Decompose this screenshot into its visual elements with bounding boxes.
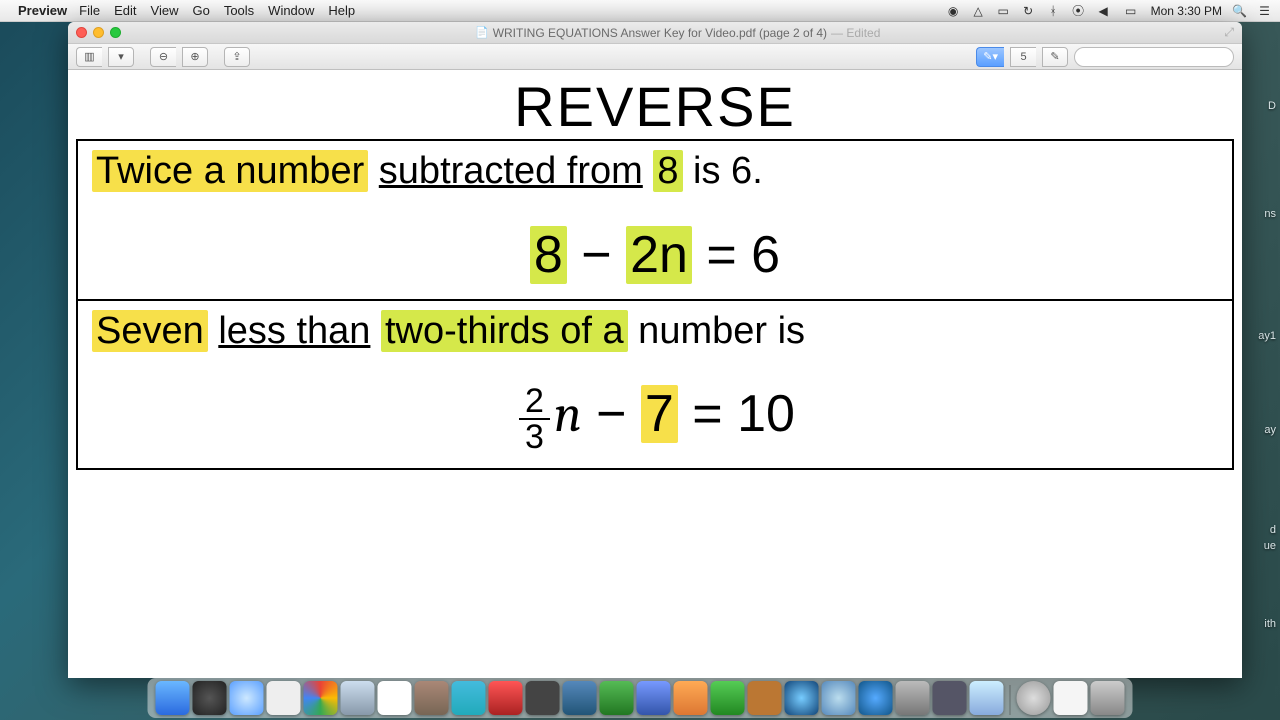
page-title: REVERSE bbox=[68, 74, 1242, 139]
dock-safari-icon[interactable] bbox=[230, 681, 264, 715]
fullscreen-icon[interactable]: ⤢ bbox=[1224, 25, 1234, 40]
dock-calendar-icon[interactable] bbox=[378, 681, 412, 715]
toolbar: ▥ ▾ ⊖ ⊕ ⇪ ✎▾ 5 ✎ bbox=[68, 44, 1242, 70]
minimize-button[interactable] bbox=[93, 27, 104, 38]
dock-app2-icon[interactable] bbox=[933, 681, 967, 715]
page-indicator[interactable]: 5 bbox=[1010, 47, 1036, 67]
window-title: WRITING EQUATIONS Answer Key for Video.p… bbox=[493, 26, 827, 40]
close-button[interactable] bbox=[76, 27, 87, 38]
problem-2-sentence: Seven less than two-thirds of a number i… bbox=[92, 309, 1218, 355]
desktop-label: d bbox=[1270, 524, 1276, 536]
dock-downloads-icon[interactable] bbox=[1017, 681, 1051, 715]
dock-mail-icon[interactable] bbox=[341, 681, 375, 715]
share-button[interactable]: ⇪ bbox=[224, 47, 250, 67]
view-dropdown-button[interactable]: ▾ bbox=[108, 47, 134, 67]
desktop-label: ay bbox=[1264, 424, 1276, 436]
dock-app1-icon[interactable] bbox=[748, 681, 782, 715]
desktop-label: ith bbox=[1264, 618, 1276, 630]
fraction: 2 3 bbox=[519, 384, 550, 454]
dock bbox=[148, 678, 1133, 718]
highlight-tool-button[interactable]: ✎▾ bbox=[976, 47, 1004, 67]
problem-1: Twice a number subtracted from 8 is 6. 8… bbox=[78, 141, 1232, 301]
desktop-label: D bbox=[1268, 100, 1276, 112]
pdf-page: REVERSE Twice a number subtracted from 8… bbox=[68, 70, 1242, 678]
dock-messages-icon[interactable] bbox=[452, 681, 486, 715]
desktop-label: ay1 bbox=[1258, 330, 1276, 342]
view-mode-button[interactable]: ▥ bbox=[76, 47, 102, 67]
notifications-icon[interactable]: ☰ bbox=[1257, 3, 1272, 18]
menu-edit[interactable]: Edit bbox=[114, 3, 136, 18]
dock-dashboard-icon[interactable] bbox=[193, 681, 227, 715]
zoom-button[interactable] bbox=[110, 27, 121, 38]
desktop-label: ns bbox=[1264, 208, 1276, 220]
menu-help[interactable]: Help bbox=[328, 3, 355, 18]
problem-2: Seven less than two-thirds of a number i… bbox=[78, 301, 1232, 469]
document-icon: 📄 bbox=[475, 26, 489, 39]
window-titlebar[interactable]: 📄 WRITING EQUATIONS Answer Key for Video… bbox=[68, 22, 1242, 44]
dock-quicktime-icon[interactable] bbox=[785, 681, 819, 715]
menu-go[interactable]: Go bbox=[192, 3, 209, 18]
dock-smartboard-icon[interactable] bbox=[563, 681, 597, 715]
volume-icon[interactable]: ◀ bbox=[1096, 3, 1111, 18]
dock-launchpad-icon[interactable] bbox=[267, 681, 301, 715]
document-viewport[interactable]: REVERSE Twice a number subtracted from 8… bbox=[68, 70, 1242, 678]
edited-indicator: — Edited bbox=[831, 26, 880, 40]
problem-2-equation: 2 3 n − 7 = 10 bbox=[92, 384, 1218, 454]
spotlight-icon[interactable]: 🔍 bbox=[1232, 3, 1247, 18]
gdrive-icon[interactable]: △ bbox=[971, 3, 986, 18]
dock-trash-icon[interactable] bbox=[1091, 681, 1125, 715]
dock-keynote-icon[interactable] bbox=[637, 681, 671, 715]
dock-numbers-icon[interactable] bbox=[711, 681, 745, 715]
dock-preferences-icon[interactable] bbox=[896, 681, 930, 715]
menubar-clock[interactable]: Mon 3:30 PM bbox=[1151, 4, 1222, 18]
record-icon[interactable]: ◉ bbox=[946, 3, 961, 18]
dock-itunes-icon[interactable] bbox=[822, 681, 856, 715]
dock-preview-icon[interactable] bbox=[970, 681, 1004, 715]
zoom-in-button[interactable]: ⊕ bbox=[182, 47, 208, 67]
problem-1-equation: 8 − 2n = 6 bbox=[92, 225, 1218, 285]
dock-document-icon[interactable] bbox=[1054, 681, 1088, 715]
dock-pages-icon[interactable] bbox=[674, 681, 708, 715]
content-box: Twice a number subtracted from 8 is 6. 8… bbox=[76, 139, 1234, 470]
sync-icon[interactable]: ↻ bbox=[1021, 3, 1036, 18]
preview-window: 📄 WRITING EQUATIONS Answer Key for Video… bbox=[68, 22, 1242, 678]
battery-icon[interactable]: ▭ bbox=[1121, 3, 1141, 18]
search-input[interactable] bbox=[1074, 47, 1234, 67]
traffic-lights bbox=[76, 27, 121, 38]
menubar: Preview File Edit View Go Tools Window H… bbox=[0, 0, 1280, 22]
problem-1-sentence: Twice a number subtracted from 8 is 6. bbox=[92, 149, 1218, 195]
menu-view[interactable]: View bbox=[151, 3, 179, 18]
edit-tool-button[interactable]: ✎ bbox=[1042, 47, 1068, 67]
dock-photobooth-icon[interactable] bbox=[489, 681, 523, 715]
zoom-out-button[interactable]: ⊖ bbox=[150, 47, 176, 67]
dock-iphoto-icon[interactable] bbox=[600, 681, 634, 715]
dock-finder-icon[interactable] bbox=[156, 681, 190, 715]
dock-appstore-icon[interactable] bbox=[859, 681, 893, 715]
dock-facetime-icon[interactable] bbox=[526, 681, 560, 715]
dock-notes-icon[interactable] bbox=[415, 681, 449, 715]
bluetooth-icon[interactable]: ᚼ bbox=[1046, 3, 1061, 18]
menu-file[interactable]: File bbox=[79, 3, 100, 18]
airplay-icon[interactable]: ▭ bbox=[996, 3, 1011, 18]
dock-chrome-icon[interactable] bbox=[304, 681, 338, 715]
desktop-label: ue bbox=[1264, 540, 1276, 552]
dock-separator bbox=[1010, 685, 1011, 715]
menu-tools[interactable]: Tools bbox=[224, 3, 254, 18]
wifi-icon[interactable]: ⦿ bbox=[1071, 3, 1086, 18]
app-menu[interactable]: Preview bbox=[18, 3, 67, 18]
menu-window[interactable]: Window bbox=[268, 3, 314, 18]
